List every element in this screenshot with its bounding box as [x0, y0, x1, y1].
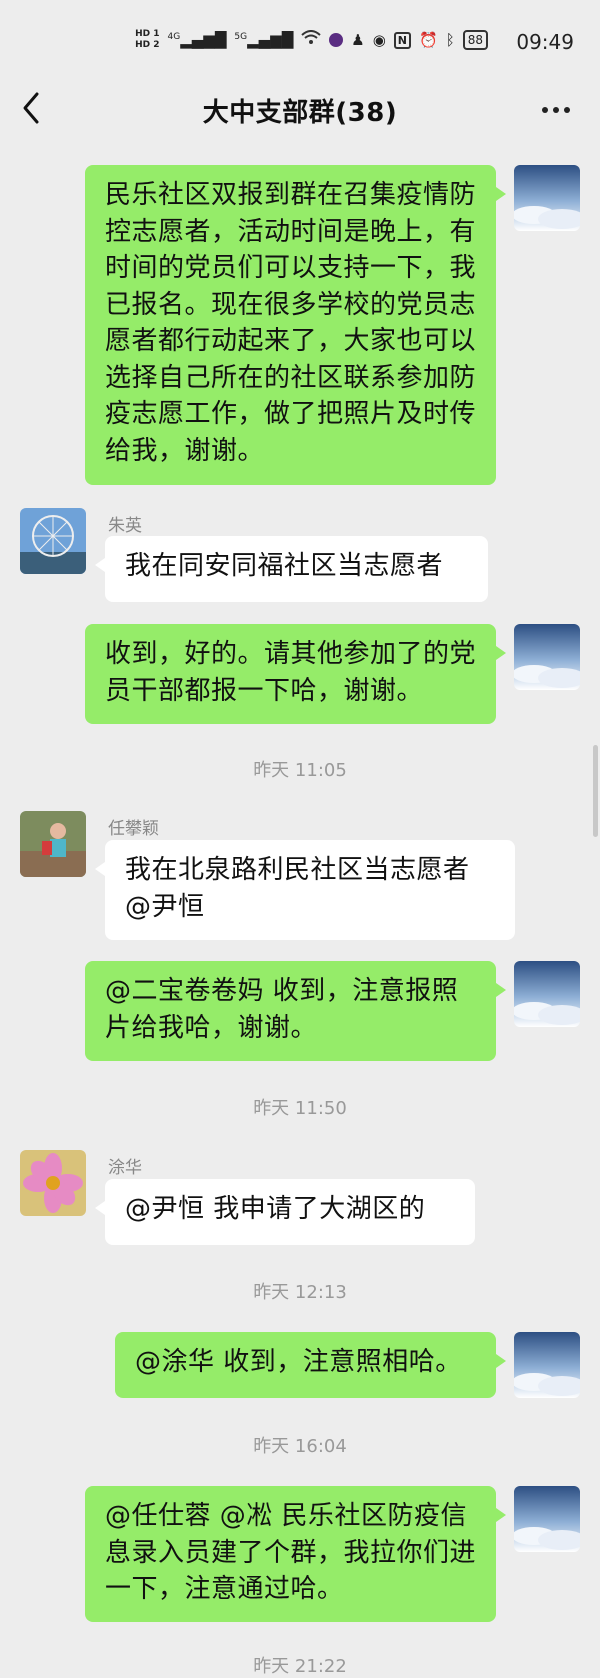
avatar-tuhua[interactable] [20, 1150, 86, 1216]
sender-name: 涂华 [108, 1158, 142, 1178]
eye-icon: ◉ [372, 31, 386, 49]
timestamp: 昨天 11:05 [253, 760, 347, 781]
battery-icon: 88 [462, 30, 488, 50]
my-avatar[interactable] [514, 1486, 580, 1552]
alarm-icon: ⏰ [419, 31, 438, 49]
penguin-icon: ♟ [351, 31, 365, 49]
sender-name: 任攀颖 [108, 819, 159, 839]
chat-title: 大中支部群(38) [202, 98, 398, 128]
message-bubble[interactable]: 我在北泉路利民社区当志愿者@尹恒 [95, 840, 515, 940]
message-bubble[interactable]: 我在同安同福社区当志愿者 [95, 536, 488, 602]
my-avatar[interactable] [514, 165, 580, 231]
chat-header: 大中支部群(38) [0, 80, 600, 140]
message-bubble[interactable]: @二宝卷卷妈 收到，注意报照片给我哈，谢谢。 [85, 961, 506, 1061]
bluetooth-icon: ᛒ [445, 31, 455, 49]
more-dots-icon [542, 107, 548, 113]
my-avatar[interactable] [514, 1332, 580, 1398]
message-bubble[interactable]: @尹恒 我申请了大湖区的 [95, 1179, 475, 1245]
message-bubble[interactable]: @任仕蓉 @凇 民乐社区防疫信息录入员建了个群，我拉你们进一下，注意通过哈。 [85, 1486, 506, 1622]
avatar-zhuying[interactable] [20, 508, 86, 574]
my-avatar[interactable] [514, 961, 580, 1027]
hd-indicator: HD 1 HD 2 [135, 29, 160, 50]
signal-4g-icon: 4G▂▄▆█ [167, 31, 227, 49]
status-icons: HD 1 HD 2 4G▂▄▆█ 5G▂▄▆█ ♟ ◉ N ⏰ ᛒ 88 [135, 26, 488, 54]
sender-name: 朱英 [108, 516, 142, 536]
scrollbar[interactable] [593, 745, 598, 837]
clock: 09:49 [516, 30, 574, 54]
my-avatar[interactable] [514, 624, 580, 690]
timestamp: 昨天 11:50 [253, 1098, 347, 1119]
timestamp: 昨天 12:13 [253, 1282, 347, 1303]
nfc-icon: N [393, 31, 412, 49]
message-bubble[interactable]: 民乐社区双报到群在召集疫情防控志愿者，活动时间是晚上，有时间的党员们可以支持一下… [85, 165, 506, 485]
timestamp: 昨天 21:22 [253, 1656, 347, 1677]
timestamp: 昨天 16:04 [253, 1436, 347, 1457]
message-bubble[interactable]: 收到，好的。请其他参加了的党员干部都报一下哈，谢谢。 [85, 624, 506, 724]
message-bubble[interactable]: @涂华 收到，注意照相哈。 [115, 1332, 506, 1398]
wifi-icon [301, 30, 321, 50]
app-notification-icon [329, 33, 344, 47]
more-button[interactable] [534, 88, 578, 132]
status-bar: HD 1 HD 2 4G▂▄▆█ 5G▂▄▆█ ♟ ◉ N ⏰ ᛒ 88 09:… [0, 0, 600, 80]
signal-5g-icon: 5G▂▄▆█ [234, 31, 294, 49]
avatar-renpanying[interactable] [20, 811, 86, 877]
